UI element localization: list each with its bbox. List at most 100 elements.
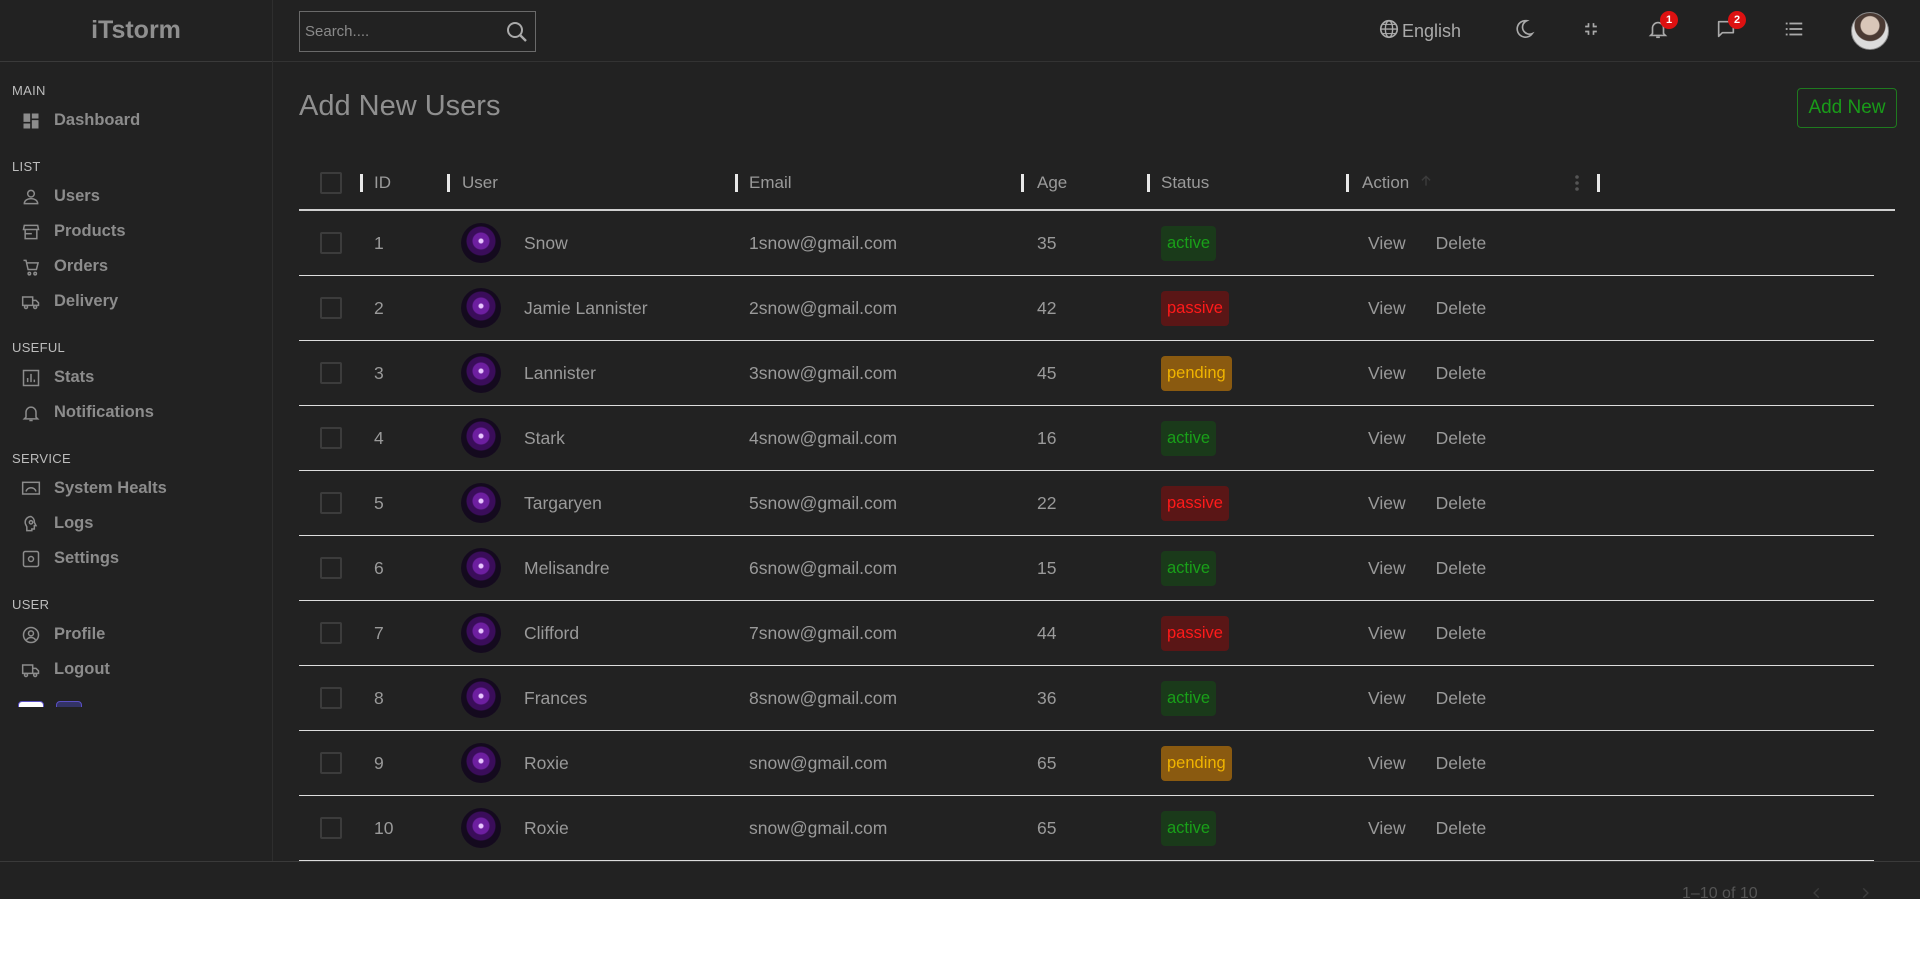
table-row[interactable]: 6 Melisandre 6snow@gmail.com 15 active View De… bbox=[299, 536, 1874, 601]
search-icon[interactable] bbox=[505, 20, 529, 49]
column-menu-icon[interactable] bbox=[1574, 154, 1580, 211]
user-avatar-image bbox=[461, 418, 501, 458]
previous-page-icon[interactable] bbox=[1810, 884, 1824, 905]
id-cell: 5 bbox=[374, 492, 384, 513]
light-theme-swatch[interactable] bbox=[18, 701, 44, 707]
column-separator[interactable] bbox=[447, 174, 450, 192]
delete-button[interactable]: Delete bbox=[1436, 493, 1487, 514]
add-new-button[interactable]: Add New bbox=[1797, 88, 1897, 128]
truck-icon bbox=[20, 291, 42, 313]
table-row[interactable]: 1 Snow 1snow@gmail.com 35 active View Delete bbox=[299, 211, 1874, 276]
view-button[interactable]: View bbox=[1368, 493, 1406, 514]
select-all-checkbox[interactable] bbox=[320, 171, 342, 194]
header-email[interactable]: Email bbox=[749, 154, 792, 211]
table-row[interactable]: 8 Frances 8snow@gmail.com 36 active View Delet… bbox=[299, 666, 1874, 731]
view-button[interactable]: View bbox=[1368, 363, 1406, 384]
sidebar-item-system-healts[interactable]: System Healts bbox=[12, 471, 272, 506]
row-checkbox[interactable] bbox=[320, 297, 342, 319]
view-button[interactable]: View bbox=[1368, 298, 1406, 319]
table-row[interactable]: 2 Jamie Lannister 2snow@gmail.com 42 passive… bbox=[299, 276, 1874, 341]
table-row[interactable]: 3 Lannister 3snow@gmail.com 45 pending View De… bbox=[299, 341, 1874, 406]
delete-button[interactable]: Delete bbox=[1436, 688, 1487, 709]
sidebar-item-profile[interactable]: Profile bbox=[12, 617, 272, 652]
sort-arrow-icon[interactable] bbox=[1419, 173, 1433, 193]
view-button[interactable]: View bbox=[1368, 623, 1406, 644]
search-input[interactable] bbox=[305, 23, 495, 40]
row-checkbox[interactable] bbox=[320, 817, 342, 839]
column-separator[interactable] bbox=[1021, 174, 1024, 192]
view-button[interactable]: View bbox=[1368, 818, 1406, 839]
delete-button[interactable]: Delete bbox=[1436, 428, 1487, 449]
row-checkbox[interactable] bbox=[320, 492, 342, 514]
sidebar-item-notifications[interactable]: Notifications bbox=[12, 395, 272, 430]
next-page-icon[interactable] bbox=[1858, 884, 1872, 905]
row-checkbox[interactable] bbox=[320, 557, 342, 579]
dark-theme-swatch[interactable] bbox=[56, 701, 82, 707]
row-checkbox[interactable] bbox=[320, 232, 342, 254]
row-checkbox[interactable] bbox=[320, 362, 342, 384]
sidebar-item-dashboard[interactable]: Dashboard bbox=[12, 103, 272, 138]
delete-button[interactable]: Delete bbox=[1436, 558, 1487, 579]
row-checkbox[interactable] bbox=[320, 427, 342, 449]
action-cell: View Delete bbox=[1368, 666, 1516, 730]
truck-icon bbox=[20, 659, 42, 681]
delete-button[interactable]: Delete bbox=[1436, 363, 1487, 384]
sidebar-item-logout[interactable]: Logout bbox=[12, 652, 272, 687]
user-avatar[interactable] bbox=[1851, 12, 1889, 50]
dark-mode-toggle[interactable] bbox=[1513, 11, 1535, 51]
row-checkbox[interactable] bbox=[320, 752, 342, 774]
table-row[interactable]: 9 Roxie snow@gmail.com 65 pending View Delete bbox=[299, 731, 1874, 796]
column-separator[interactable] bbox=[1147, 174, 1150, 192]
header-status[interactable]: Status bbox=[1161, 154, 1209, 211]
age-cell: 65 bbox=[1037, 752, 1057, 773]
delete-button[interactable]: Delete bbox=[1436, 818, 1487, 839]
sidebar-item-orders[interactable]: Orders bbox=[12, 249, 272, 284]
sidebar-item-delivery[interactable]: Delivery bbox=[12, 284, 272, 319]
notifications-button[interactable]: 1 bbox=[1647, 11, 1678, 51]
column-separator[interactable] bbox=[1597, 174, 1600, 192]
email-cell: 5snow@gmail.com bbox=[749, 492, 898, 513]
sidebar-item-users[interactable]: Users bbox=[12, 179, 272, 214]
view-button[interactable]: View bbox=[1368, 233, 1406, 254]
delete-button[interactable]: Delete bbox=[1436, 623, 1487, 644]
messages-button[interactable]: 2 bbox=[1715, 11, 1746, 51]
delete-button[interactable]: Delete bbox=[1436, 298, 1487, 319]
view-button[interactable]: View bbox=[1368, 558, 1406, 579]
age-cell: 45 bbox=[1037, 362, 1057, 383]
column-separator[interactable] bbox=[360, 174, 363, 192]
header-action[interactable]: Action bbox=[1362, 154, 1433, 211]
id-cell: 3 bbox=[374, 362, 384, 383]
sidebar-section-title: SERVICE bbox=[12, 451, 71, 466]
notifications-counter: 1 bbox=[1660, 11, 1678, 29]
view-button[interactable]: View bbox=[1368, 753, 1406, 774]
table-row[interactable]: 10 Roxie snow@gmail.com 65 active View Delete bbox=[299, 796, 1874, 861]
delete-button[interactable]: Delete bbox=[1436, 233, 1487, 254]
row-checkbox[interactable] bbox=[320, 622, 342, 644]
language-selector[interactable]: English bbox=[1378, 11, 1461, 51]
row-checkbox[interactable] bbox=[320, 687, 342, 709]
sidebar-item-logs[interactable]: Logs bbox=[12, 506, 272, 541]
action-cell: View Delete bbox=[1368, 471, 1516, 535]
sidebar-item-settings[interactable]: Settings bbox=[12, 541, 272, 576]
view-button[interactable]: View bbox=[1368, 428, 1406, 449]
sidebar-item-label: Stats bbox=[54, 368, 95, 386]
column-separator[interactable] bbox=[1346, 174, 1349, 192]
delete-button[interactable]: Delete bbox=[1436, 753, 1487, 774]
table-row[interactable]: 7 Clifford 7snow@gmail.com 44 passive View Del… bbox=[299, 601, 1874, 666]
brand-logo[interactable]: iTstorm bbox=[0, 0, 272, 62]
header-id[interactable]: ID bbox=[374, 154, 391, 211]
messages-counter: 2 bbox=[1728, 11, 1746, 29]
page-title: Add New Users bbox=[299, 90, 501, 122]
header-age[interactable]: Age bbox=[1037, 154, 1067, 211]
sidebar-item-stats[interactable]: Stats bbox=[12, 360, 272, 395]
table-row[interactable]: 4 Stark 4snow@gmail.com 16 active View Delete bbox=[299, 406, 1874, 471]
header-user[interactable]: User bbox=[462, 154, 498, 211]
list-menu-button[interactable] bbox=[1783, 11, 1805, 51]
age-cell: 65 bbox=[1037, 817, 1057, 838]
view-button[interactable]: View bbox=[1368, 688, 1406, 709]
fullscreen-exit-button[interactable] bbox=[1581, 11, 1601, 51]
column-separator[interactable] bbox=[735, 174, 738, 192]
id-cell: 9 bbox=[374, 752, 384, 773]
table-row[interactable]: 5 Targaryen 5snow@gmail.com 22 passive View De… bbox=[299, 471, 1874, 536]
sidebar-item-products[interactable]: Products bbox=[12, 214, 272, 249]
